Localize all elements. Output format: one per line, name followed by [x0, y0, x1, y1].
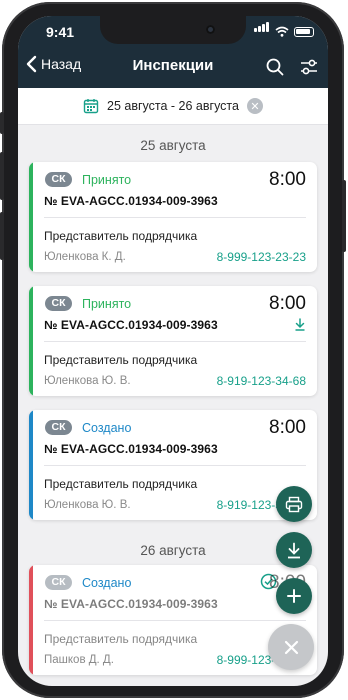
- inspection-number: № EVA-AGCC.01934-009-3963: [44, 442, 218, 456]
- rep-label: Представитель подрядчика: [44, 229, 198, 243]
- print-button[interactable]: [276, 486, 312, 522]
- inspection-number: № EVA-AGCC.01934-009-3963: [44, 597, 218, 611]
- app-header: 9:41 Назад Инспекции: [18, 16, 328, 94]
- clear-date-button[interactable]: ✕: [246, 98, 263, 114]
- divider: [44, 217, 306, 218]
- calendar-icon: [83, 99, 99, 114]
- close-icon: [284, 640, 298, 654]
- close-fab-menu-button[interactable]: [268, 624, 314, 670]
- filter-button[interactable]: [296, 54, 322, 80]
- inspection-time: 8:00: [269, 417, 306, 438]
- volume-up-button: [0, 152, 4, 200]
- filter-icon: [301, 59, 317, 75]
- camera: [206, 25, 215, 34]
- back-chevron-icon: [26, 55, 37, 73]
- search-button[interactable]: [262, 54, 288, 80]
- status-label: Создано: [82, 421, 132, 435]
- back-label: Назад: [41, 56, 82, 72]
- phone-link[interactable]: 8-999-123-23-23: [217, 250, 306, 264]
- signal-icon: [254, 19, 270, 37]
- add-inspection-button[interactable]: [276, 578, 312, 614]
- rep-label: Представитель подрядчика: [44, 353, 198, 367]
- status-stripe: [29, 410, 33, 520]
- download-icon: [295, 318, 305, 331]
- battery-icon: [294, 27, 314, 37]
- divider: [44, 465, 306, 466]
- wifi-icon: [275, 26, 289, 37]
- inspection-card[interactable]: СК Создано 8:00 № EVA-AGCC.01934-009-396…: [29, 410, 317, 520]
- status-stripe: [29, 286, 33, 396]
- type-badge: СК: [45, 296, 72, 311]
- date-range-label: 25 августа - 26 августа: [107, 99, 239, 113]
- clear-icon: ✕: [250, 100, 260, 113]
- status-stripe: [29, 565, 33, 675]
- rep-name: Юленкова К. Д.: [44, 251, 126, 263]
- status-label: Принято: [82, 297, 132, 311]
- status-label: Принято: [82, 173, 132, 187]
- status-stripe: [29, 162, 33, 272]
- type-badge: СК: [45, 420, 72, 435]
- status-icons: [254, 22, 314, 37]
- divider: [44, 620, 306, 621]
- inspection-card[interactable]: СК Принято 8:00 № EVA-AGCC.01934-009-396…: [29, 162, 317, 272]
- date-range-filter[interactable]: 25 августа - 26 августа ✕: [18, 88, 328, 125]
- inspection-card[interactable]: СК Принято 8:00 № EVA-AGCC.01934-009-396…: [29, 286, 317, 396]
- inspection-number: № EVA-AGCC.01934-009-3963: [44, 194, 218, 208]
- rep-label: Представитель подрядчика: [44, 477, 198, 491]
- download-icon: [288, 542, 300, 558]
- download-all-button[interactable]: [276, 532, 312, 568]
- section-date: 25 августа: [140, 138, 206, 153]
- inspection-number: № EVA-AGCC.01934-009-3963: [44, 318, 218, 332]
- back-button[interactable]: Назад: [26, 55, 81, 73]
- download-button[interactable]: [294, 318, 306, 336]
- search-icon: [266, 58, 284, 76]
- type-badge: СК: [45, 172, 72, 187]
- power-button: [342, 180, 346, 252]
- inspection-time: 8:00: [269, 169, 306, 190]
- print-icon: [285, 496, 303, 512]
- inspection-time: 8:00: [269, 293, 306, 314]
- mute-switch: [0, 112, 4, 134]
- plus-icon: [287, 589, 301, 603]
- rep-name: Юленкова Ю. В.: [44, 499, 131, 511]
- divider: [44, 341, 306, 342]
- volume-down-button: [0, 212, 4, 260]
- status-label: Создано: [82, 576, 132, 590]
- status-time: 9:41: [46, 24, 75, 40]
- phone-link[interactable]: 8-919-123-34-68: [217, 374, 306, 388]
- rep-name: Пашков Д. Д.: [44, 654, 114, 666]
- rep-label: Представитель подрядчика: [44, 632, 198, 646]
- type-badge: СК: [45, 575, 72, 590]
- app-screen: 9:41 Назад Инспекции 25 августа - 26 авг…: [18, 16, 328, 686]
- rep-name: Юленкова Ю. В.: [44, 375, 131, 387]
- notch: [100, 16, 246, 44]
